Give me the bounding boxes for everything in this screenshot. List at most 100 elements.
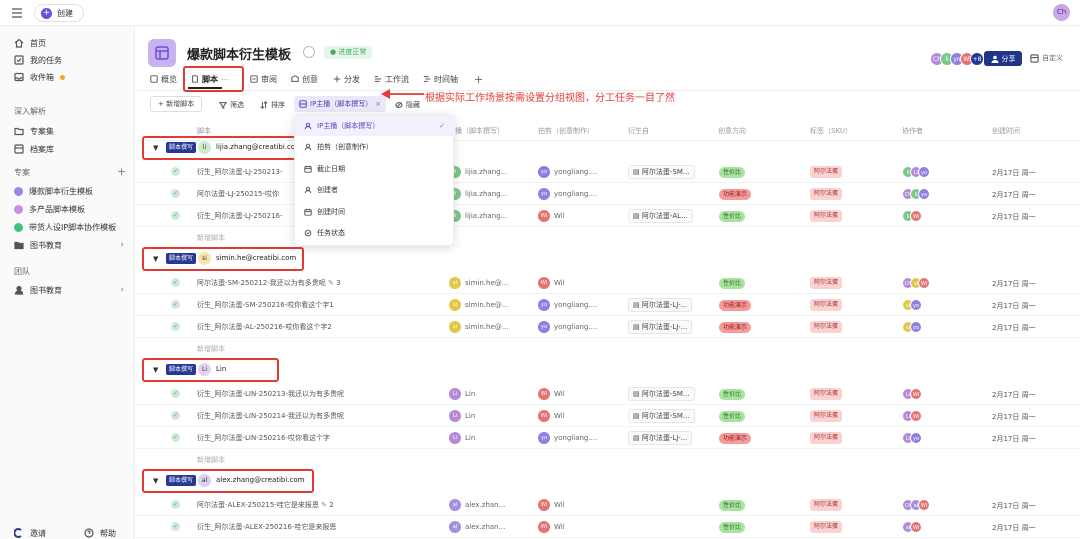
sidebar-project-2[interactable]: 多产品脚本模板: [14, 202, 85, 216]
group-header[interactable]: ▼ 脚本撰写 al alex.zhang@creatibi.com: [140, 469, 1080, 493]
table-row[interactable]: ✓ 阿尔法蛋-LJ-250215-哎你 li lijia.zhang... yo…: [137, 183, 1080, 205]
done-check-icon[interactable]: ✓: [171, 211, 180, 220]
derived-doc[interactable]: ▤ 阿尔法蛋-AL...: [628, 209, 693, 223]
done-check-icon[interactable]: ✓: [171, 189, 180, 198]
done-check-icon[interactable]: ✓: [171, 411, 180, 420]
column-header-sku[interactable]: 标签（SKU）: [810, 126, 852, 136]
owner-icon[interactable]: [303, 46, 315, 58]
add-tab-button[interactable]: +: [474, 73, 483, 86]
dropdown-item-status[interactable]: 任务状态: [295, 222, 455, 243]
sidebar-item-project-sets[interactable]: 专案集: [14, 124, 54, 138]
add-script-button[interactable]: + 新增脚本: [150, 96, 203, 112]
collaborator-avatars[interactable]: Ch si Wi: [902, 277, 930, 289]
done-check-icon[interactable]: ✓: [171, 300, 180, 309]
tab-idea[interactable]: 创意: [291, 73, 318, 85]
group-by-chip[interactable]: IP主播（脚本撰写） ×: [294, 96, 387, 112]
table-row[interactable]: ✓ 衍生_阿尔法蛋-LJ-250216- li lijia.zhang... W…: [137, 205, 1080, 227]
table-row[interactable]: ✓ 衍生_阿尔法蛋-AL-250216-哎你看这个字2 si simin.he@…: [137, 316, 1080, 338]
dropdown-item-host[interactable]: IP主播（脚本撰写） ✓: [295, 115, 455, 136]
dropdown-item-due[interactable]: 截止日期: [295, 158, 455, 179]
tab-overview[interactable]: 概览: [150, 73, 177, 85]
derived-doc[interactable]: ▤ 阿尔法蛋-SM...: [628, 409, 695, 423]
group-header[interactable]: ▼ 脚本撰写 Li Lin: [140, 358, 1080, 382]
customize-icon: [1030, 53, 1039, 63]
column-header-editor[interactable]: 拍剪（创意制作）: [538, 126, 594, 136]
derived-doc[interactable]: ▤ 阿尔法蛋-LJ-...: [628, 298, 693, 312]
close-icon[interactable]: ×: [375, 100, 381, 108]
sidebar-item-archive[interactable]: 档案库: [14, 142, 54, 156]
help-button[interactable]: 帮助: [84, 526, 116, 539]
collaborator-avatars[interactable]: Ch li yo Wi +8: [930, 52, 984, 66]
collaborator-avatars[interactable]: li Wi: [902, 210, 922, 222]
sidebar-item-my-tasks[interactable]: 我的任务: [14, 53, 62, 67]
done-check-icon[interactable]: ✓: [171, 167, 180, 176]
tab-workflow[interactable]: 工作流: [374, 73, 409, 85]
group-header[interactable]: ▼ 脚本撰写 si simin.he@creatibi.com: [140, 247, 1080, 271]
table-row[interactable]: ✓ 衍生_阿尔法蛋-LJ-250213- li lijia.zhang... y…: [137, 161, 1080, 183]
tab-distribute[interactable]: 分发: [333, 73, 360, 85]
chevron-down-icon[interactable]: ⌄: [286, 47, 294, 57]
sidebar-project-3[interactable]: 带货人设IP脚本协作模板: [14, 220, 116, 234]
collaborator-avatars[interactable]: al Wi: [902, 521, 922, 533]
sidebar-project-1[interactable]: 爆款脚本衍生模板: [14, 184, 93, 198]
column-header-direction[interactable]: 创意方向: [718, 126, 746, 136]
column-header-derived[interactable]: 衍生自: [628, 126, 649, 136]
dropdown-item-editor[interactable]: 拍剪（创意制作）: [295, 136, 455, 157]
done-check-icon[interactable]: ✓: [171, 278, 180, 287]
add-row-link[interactable]: 新增脚本: [197, 344, 225, 354]
collaborator-avatars[interactable]: si yo: [902, 299, 922, 311]
table-row[interactable]: ✓ 衍生_阿尔法蛋-LIN-250216-哎你看这个字 Li Lin yo yo…: [137, 427, 1080, 449]
table-row[interactable]: ✓ 衍生_阿尔法蛋-ALEX-250216-哇它是来报恩 al alex.zha…: [137, 516, 1080, 538]
derived-doc[interactable]: ▤ 阿尔法蛋-SM...: [628, 165, 695, 179]
sort-button[interactable]: 排序: [260, 99, 285, 111]
status-badge[interactable]: ● 进度正常: [324, 46, 373, 59]
group-header[interactable]: ▼ 脚本撰写 li lijia.zhang@creatibi.com: [140, 136, 1080, 160]
derived-doc[interactable]: ▤ 阿尔法蛋-SM...: [628, 387, 695, 401]
invite-button[interactable]: 邀请: [14, 526, 46, 539]
done-check-icon[interactable]: ✓: [171, 433, 180, 442]
done-check-icon[interactable]: ✓: [171, 322, 180, 331]
table-row[interactable]: ✓ 阿尔法蛋-SM-250212-我还以为有多贵呢 ✎ 3 si simin.h…: [137, 272, 1080, 294]
tab-timeline[interactable]: 时间轴: [423, 73, 458, 85]
table-row[interactable]: ✓ 阿尔法蛋-ALEX-250215-哇它是来报恩 ✎ 2 al alex.zh…: [137, 494, 1080, 516]
add-row-link[interactable]: 新增脚本: [197, 233, 225, 243]
hide-button[interactable]: 隐藏: [395, 99, 420, 111]
collaborator-avatars[interactable]: Li yo: [902, 432, 922, 444]
column-header-script[interactable]: 脚本: [197, 126, 211, 136]
avatar: Wi: [910, 521, 922, 533]
derived-doc[interactable]: ▤ 阿尔法蛋-LJ-...: [628, 431, 693, 445]
table-row[interactable]: ✓ 衍生_阿尔法蛋-LIN-250214-我还以为有多贵呢 Li Lin Wi …: [137, 405, 1080, 427]
customize-button[interactable]: 自定义: [1030, 53, 1063, 63]
menu-icon[interactable]: [10, 6, 24, 20]
done-check-icon[interactable]: ✓: [171, 522, 180, 531]
table-row[interactable]: ✓ 衍生_阿尔法蛋-LIN-250213-我还以为有多贵呢 Li Lin Wi …: [137, 383, 1080, 405]
sidebar-item-inbox[interactable]: 收件箱: [14, 70, 65, 84]
column-header-created[interactable]: 创建时间: [992, 126, 1020, 136]
add-project-icon[interactable]: +: [117, 165, 126, 178]
derived-doc[interactable]: ▤ 阿尔法蛋-LJ-...: [628, 320, 693, 334]
table-row[interactable]: ✓ 衍生_阿尔法蛋-SM-250216-哎你看这个字1 si simin.he@…: [137, 294, 1080, 316]
dropdown-item-creator[interactable]: 创建者: [295, 179, 455, 200]
collaborator-avatars[interactable]: Li Wi: [902, 388, 922, 400]
column-header-host[interactable]: 主播（脚本撰写）: [448, 126, 504, 136]
filter-button[interactable]: 筛选: [219, 99, 244, 111]
chevron-right-icon[interactable]: ›: [120, 285, 124, 295]
chevron-right-icon[interactable]: ›: [120, 240, 124, 250]
collaborator-avatars[interactable]: Ch li yo: [902, 188, 930, 200]
dropdown-item-created[interactable]: 创建时间: [295, 201, 455, 222]
collaborator-avatars[interactable]: li Li yo: [902, 166, 930, 178]
create-button[interactable]: + 创建: [34, 4, 84, 22]
collaborator-avatars[interactable]: Li Wi: [902, 410, 922, 422]
done-check-icon[interactable]: ✓: [171, 500, 180, 509]
column-header-collaborators[interactable]: 协作者: [902, 126, 923, 136]
share-button[interactable]: 分享: [984, 51, 1022, 66]
done-check-icon[interactable]: ✓: [171, 389, 180, 398]
tab-review[interactable]: 审阅: [250, 73, 277, 85]
add-row-link[interactable]: 新增脚本: [197, 455, 225, 465]
sidebar-team-item[interactable]: 图书教育 ›: [14, 283, 124, 297]
sidebar-project-4[interactable]: 图书教育 ›: [14, 238, 124, 252]
user-avatar[interactable]: Ch: [1053, 4, 1070, 21]
collaborator-avatars[interactable]: si yo: [902, 321, 922, 333]
sidebar-item-home[interactable]: 首页: [14, 36, 46, 50]
collaborator-avatars[interactable]: Ch al Wi: [902, 499, 930, 511]
